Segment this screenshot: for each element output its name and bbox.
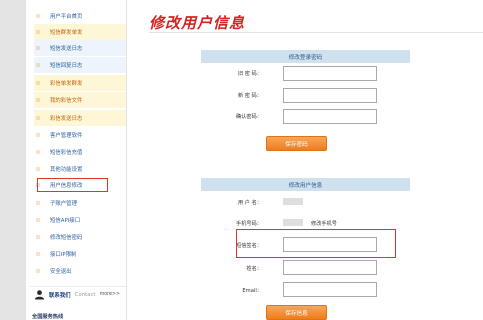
bullet-icon <box>36 133 40 137</box>
sidebar-item-label: 用户平台首页 <box>50 14 83 20</box>
sidebar-item-mms-files[interactable]: 我的彩信文件 <box>34 92 126 108</box>
sidebar-item-label: 短信发送日志 <box>50 46 83 52</box>
sidebar-item-sms-send[interactable]: 短信群发单发 <box>34 24 126 40</box>
contact-more-link[interactable]: more>> <box>100 292 120 297</box>
hotline-text: 全国服务热线 <box>32 314 64 320</box>
sidebar-item-label: 子账户管理 <box>50 201 77 207</box>
bullet-icon <box>36 81 40 85</box>
username-label: 用 户 名： <box>237 200 262 206</box>
sidebar-item-sms-api[interactable]: 短信API接口 <box>34 212 126 228</box>
sidebar-item-logout[interactable]: 安全退出 <box>34 263 126 279</box>
sidebar-item-sub-accounts[interactable]: 子账户管理 <box>34 195 126 211</box>
sidebar-item-label: 短信群发单发 <box>50 30 83 36</box>
contact-label-en: Contact <box>74 291 96 298</box>
bullet-icon <box>36 46 40 50</box>
bullet-icon <box>36 150 40 154</box>
sidebar-item-label: 彩信发送日志 <box>50 116 83 122</box>
sidebar-item-sms-password[interactable]: 修改短信密码 <box>34 229 126 245</box>
bullet-icon <box>36 252 40 256</box>
bullet-icon <box>36 269 40 273</box>
confirm-password-label: 确认密码： <box>236 114 262 120</box>
bullet-icon <box>36 116 40 120</box>
sidebar-item-label: 短信API接口 <box>50 218 81 224</box>
confirm-password-input[interactable] <box>283 109 377 124</box>
left-gutter <box>0 0 26 320</box>
sidebar-nav: 用户平台首页 短信群发单发 短信发送日志 短信回复日志 彩信单发群发 我的彩信文… <box>26 0 127 320</box>
bullet-icon <box>36 235 40 239</box>
name-input[interactable] <box>283 260 377 275</box>
page-title: 修改用户信息 <box>149 14 246 32</box>
phone-value-redacted <box>283 219 303 226</box>
old-password-input[interactable] <box>283 66 377 81</box>
sidebar-item-home[interactable]: 用户平台首页 <box>34 8 126 24</box>
bullet-icon <box>36 14 40 18</box>
sidebar-item-ip-limit[interactable]: 接口IP限制 <box>34 246 126 262</box>
sidebar-item-label: 其他功能设置 <box>50 167 83 173</box>
bullet-icon <box>36 30 40 34</box>
save-password-button[interactable]: 保存密码 <box>266 136 327 151</box>
password-panel-heading: 修改登录密码 <box>201 50 410 63</box>
sidebar-item-label: 短信回复日志 <box>50 63 83 69</box>
sidebar-item-mms-log[interactable]: 彩信发送日志 <box>34 110 126 126</box>
sidebar-item-label: 我的彩信文件 <box>50 98 83 104</box>
bullet-icon <box>36 63 40 67</box>
sidebar-item-label: 修改短信密码 <box>50 235 83 241</box>
contact-person-icon <box>34 290 45 300</box>
sidebar-item-other-settings[interactable]: 其他功能设置 <box>34 161 126 177</box>
sidebar-item-label: 彩信单发群发 <box>50 81 83 87</box>
sidebar-item-label: 客户管理软件 <box>50 133 83 139</box>
signature-highlight <box>236 229 396 258</box>
save-info-button[interactable]: 保存信息 <box>266 305 327 320</box>
sidebar-item-mms-send[interactable]: 彩信单发群发 <box>34 75 126 91</box>
sidebar-item-label: 接口IP限制 <box>50 252 77 258</box>
info-panel-heading: 修改用户信息 <box>201 178 410 191</box>
bullet-icon <box>36 167 40 171</box>
sidebar-item-crm[interactable]: 客户管理软件 <box>34 127 126 143</box>
sidebar-item-label: 短信彩信充值 <box>50 150 83 156</box>
new-password-label: 新 密 码： <box>237 93 262 99</box>
bullet-icon <box>36 201 40 205</box>
sidebar-item-recharge[interactable]: 短信彩信充值 <box>34 144 126 160</box>
sidebar-item-sms-log[interactable]: 短信发送日志 <box>34 40 126 56</box>
contact-bar: 联系我们 Contact more>> <box>30 286 126 302</box>
phone-label: 手机号码： <box>236 221 262 227</box>
sidebar-item-sms-reply-log[interactable]: 短信回复日志 <box>34 57 126 73</box>
email-label: Email： <box>242 288 262 294</box>
old-password-label: 旧 密 码： <box>237 71 262 77</box>
name-label: 姓名： <box>246 266 262 272</box>
new-password-input[interactable] <box>283 88 377 103</box>
username-value-redacted <box>283 198 303 205</box>
bullet-icon <box>36 98 40 102</box>
bullet-icon <box>36 218 40 222</box>
contact-label: 联系我们 <box>49 292 71 299</box>
change-phone-link[interactable]: 修改手机号 <box>311 220 337 227</box>
selected-item-highlight <box>37 178 108 192</box>
title-divider <box>149 32 483 33</box>
email-input[interactable] <box>283 282 377 297</box>
sidebar-item-label: 安全退出 <box>50 269 72 275</box>
